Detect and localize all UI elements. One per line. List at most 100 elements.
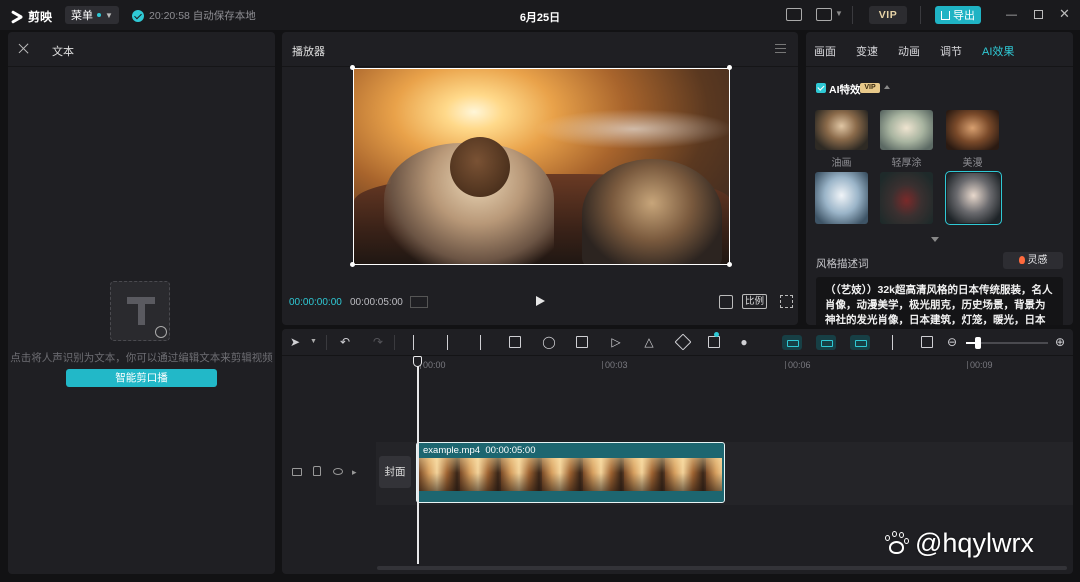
save-status-text: 20:20:58 自动保存本地 [149, 10, 256, 22]
undo-icon[interactable]: ↶ [338, 335, 352, 349]
text-panel-title: 文本 [52, 46, 74, 58]
inspiration-button[interactable]: 灵感 [1003, 252, 1063, 269]
redo-icon[interactable]: ↷ [371, 335, 385, 349]
lock-icon[interactable] [313, 466, 321, 476]
paw-logo-icon [883, 530, 909, 557]
style-label: 油画 [831, 158, 852, 169]
delete-icon[interactable] [509, 336, 521, 348]
style-thumb-comic[interactable] [946, 110, 999, 150]
vip-button[interactable]: VIP [869, 6, 907, 24]
main-track-magnet-toggle[interactable] [782, 335, 802, 350]
rotate-icon[interactable] [674, 333, 692, 351]
split-right-icon[interactable] [480, 335, 482, 350]
app-logo: 剪映 [10, 8, 52, 25]
focus-icon[interactable] [719, 295, 733, 309]
properties-panel: 画面 变速 动画 调节 AI效果 AI特效 VIP 油画 轻厚涂 美漫 风格描述… [806, 32, 1073, 325]
auto-snap-toggle[interactable] [816, 335, 836, 350]
resize-handle[interactable] [350, 262, 355, 267]
resize-handle[interactable] [727, 65, 732, 70]
zoom-in-icon[interactable]: ⊕ [1053, 335, 1067, 349]
style-thumb-light[interactable] [880, 110, 933, 150]
divider [326, 335, 327, 350]
text-placeholder-icon [110, 281, 170, 341]
grid-icon[interactable] [410, 296, 428, 308]
cover-button[interactable]: 封面 [379, 456, 411, 488]
linkage-toggle[interactable] [850, 335, 870, 350]
maximize-icon[interactable] [1034, 10, 1043, 19]
resize-handle[interactable] [727, 262, 732, 267]
playhead-handle[interactable] [413, 356, 422, 367]
upload-icon [941, 10, 950, 20]
select-cursor-icon[interactable]: ➤ [288, 335, 302, 349]
freeze-frame-icon[interactable] [576, 336, 588, 348]
style-label: 轻厚涂 [891, 158, 922, 169]
style-prompt-input[interactable]: （（艺妓））32k超高清风格的日本传统服装，名人肖像，动漫美学，极光朋克，历史场… [816, 277, 1063, 325]
split-left-icon[interactable] [447, 335, 449, 350]
vip-badge: VIP [860, 83, 880, 93]
ruler-tick [602, 361, 603, 369]
chevron-down-icon[interactable]: ▼ [310, 338, 317, 345]
split-icon[interactable] [413, 335, 415, 350]
player-title: 播放器 [292, 46, 325, 58]
tab-adjust[interactable]: 调节 [940, 43, 962, 59]
total-time: 00:00:05:00 [350, 297, 403, 308]
player-panel: 播放器 00:00:00:00 00:00:05:00 比例 [282, 32, 798, 325]
microphone-icon[interactable]: ● [737, 335, 751, 349]
crop-icon[interactable] [708, 336, 720, 348]
ai-effect-checkbox[interactable] [816, 83, 826, 93]
ruler-tick [967, 361, 968, 369]
speaker-icon[interactable]: ▸ [352, 467, 357, 478]
menu-icon[interactable] [775, 44, 786, 53]
play-icon[interactable] [536, 296, 545, 306]
play-circle-icon[interactable]: ▷ [609, 335, 623, 349]
video-track-icon[interactable] [292, 468, 302, 476]
fullscreen-icon[interactable] [780, 295, 793, 308]
chevron-down-icon[interactable]: ▼ [835, 9, 843, 18]
layout-icon[interactable] [816, 8, 832, 21]
close-icon[interactable]: ✕ [1059, 7, 1070, 21]
style-thumb-5[interactable] [880, 172, 933, 224]
title-bar: 剪映 菜单 ▼ 20:20:58 自动保存本地 6月25日 ▼ VIP 导出 —… [0, 0, 1080, 30]
video-clip[interactable]: example.mp4 00:00:05:00 [416, 442, 725, 503]
mirror-icon[interactable]: △ [642, 335, 656, 349]
minimize-icon[interactable]: — [1006, 8, 1017, 22]
capcut-logo-icon [10, 11, 24, 23]
collapse-icon[interactable] [884, 85, 890, 89]
tab-speed[interactable]: 变速 [856, 43, 878, 59]
style-thumb-4[interactable] [815, 172, 868, 224]
close-icon[interactable] [18, 42, 30, 54]
ratio-button[interactable]: 比例 [742, 294, 767, 309]
menu-dot-icon [97, 13, 101, 17]
menu-label: 菜单 [71, 10, 93, 22]
export-button[interactable]: 导出 [935, 6, 981, 24]
ruler-label: 00:09 [970, 360, 993, 370]
style-thumb-6[interactable] [945, 171, 1002, 225]
ruler-tick [785, 361, 786, 369]
app-name: 剪映 [28, 10, 53, 24]
keyboard-icon[interactable] [786, 8, 802, 21]
zoom-slider-handle[interactable] [975, 337, 981, 349]
screen-icon[interactable] [921, 336, 933, 348]
smart-edit-button[interactable]: 智能剪口播 [66, 369, 217, 387]
tab-animation[interactable]: 动画 [898, 43, 920, 59]
tab-picture[interactable]: 画面 [814, 43, 836, 59]
save-status: 20:20:58 自动保存本地 [132, 8, 256, 23]
preview-axis-icon[interactable] [892, 335, 894, 350]
resize-handle[interactable] [350, 65, 355, 70]
eye-icon[interactable] [333, 468, 343, 475]
tab-ai-effect[interactable]: AI效果 [982, 43, 1014, 59]
ruler-label: 00:00 [423, 360, 446, 370]
flame-icon [1018, 256, 1025, 264]
ruler-label: 00:06 [788, 360, 811, 370]
style-thumb-oil[interactable] [815, 110, 868, 150]
expand-more-icon[interactable] [931, 237, 939, 242]
current-time: 00:00:00:00 [289, 297, 342, 308]
clip-duration: 00:00:05:00 [485, 445, 536, 456]
shield-icon[interactable]: ◯ [542, 335, 556, 349]
playhead[interactable] [417, 359, 419, 564]
timeline-scrollbar[interactable] [377, 566, 1067, 570]
video-preview[interactable] [353, 68, 730, 265]
zoom-out-icon[interactable]: ⊖ [945, 335, 959, 349]
menu-button[interactable]: 菜单 ▼ [65, 6, 119, 24]
style-description-label: 风格描述词 [816, 258, 869, 270]
